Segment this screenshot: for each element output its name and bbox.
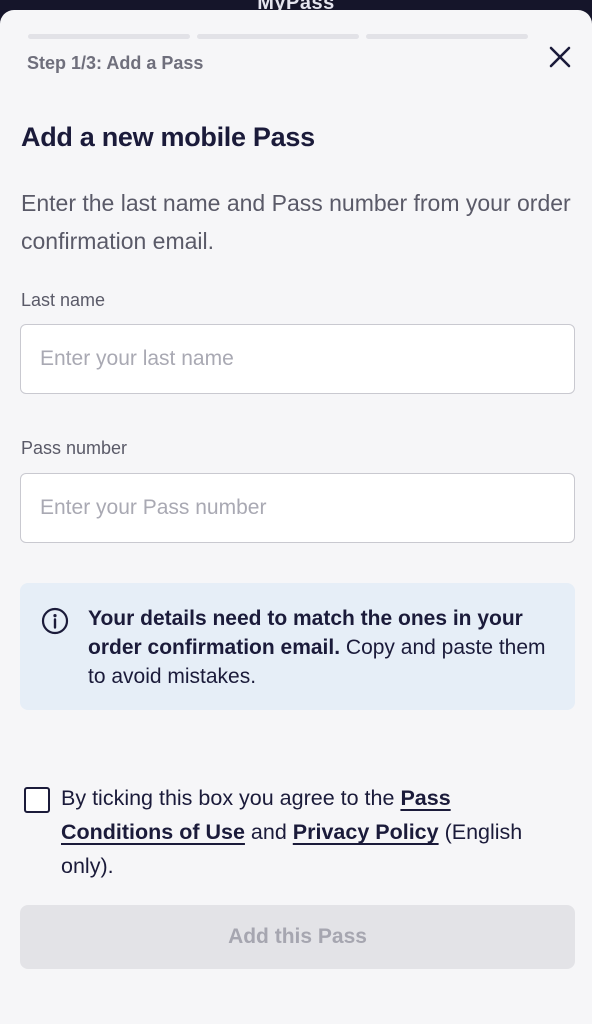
agree-checkbox[interactable] (24, 787, 50, 813)
agreement-text: By ticking this box you agree to the Pas… (61, 781, 561, 883)
step-progress (28, 34, 528, 39)
privacy-policy-link[interactable]: Privacy Policy (293, 820, 439, 844)
step-label: Step 1/3: Add a Pass (27, 53, 204, 73)
close-icon (549, 46, 571, 68)
add-pass-sheet: Step 1/3: Add a Pass Add a new mobile Pa… (0, 10, 592, 1024)
info-icon (41, 607, 69, 635)
info-message: Your details need to match the ones in y… (88, 604, 563, 691)
add-pass-button[interactable]: Add this Pass (20, 905, 575, 969)
info-banner: Your details need to match the ones in y… (20, 583, 575, 710)
agreement-text-before: By ticking this box you agree to the (61, 786, 395, 810)
page-title: Add a new mobile Pass (21, 122, 315, 152)
last-name-input[interactable] (20, 324, 575, 394)
pass-number-label: Pass number (21, 438, 128, 458)
last-name-label: Last name (21, 290, 106, 310)
progress-segment-2 (197, 34, 359, 39)
close-button[interactable] (545, 42, 575, 72)
page-subtitle: Enter the last name and Pass number from… (21, 190, 571, 254)
progress-segment-1 (28, 34, 190, 39)
pass-number-input[interactable] (20, 473, 575, 543)
progress-segment-3 (366, 34, 528, 39)
agreement-and-text: and (250, 820, 287, 844)
